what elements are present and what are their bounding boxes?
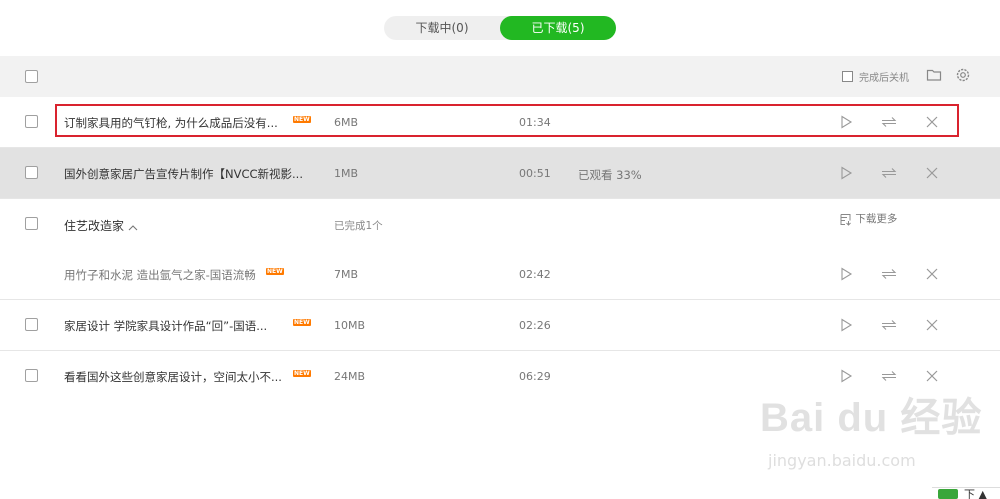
chevron-up-icon[interactable] — [128, 221, 138, 235]
corner-widget[interactable]: 下 ▲ — [932, 487, 1000, 499]
new-badge: NEW — [293, 370, 311, 377]
close-icon[interactable] — [925, 266, 939, 285]
row-checkbox[interactable] — [25, 369, 38, 382]
download-row[interactable]: 家居设计 学院家具设计作品“回”-国语... NEW 10MB 02:26 — [0, 300, 1000, 351]
file-size: 24MB — [334, 370, 366, 383]
new-badge: NEW — [293, 319, 311, 326]
close-icon[interactable] — [925, 317, 939, 336]
play-icon[interactable] — [839, 165, 853, 184]
video-title[interactable]: 看看国外这些创意家居设计，空间太小不... — [64, 369, 282, 385]
shutdown-after-complete-label: 完成后关机 — [859, 73, 909, 84]
file-size: 10MB — [334, 319, 366, 332]
watched-progress: 已观看 33% — [578, 168, 642, 182]
video-duration: 02:42 — [519, 268, 551, 281]
video-duration: 06:29 — [519, 370, 551, 383]
download-row[interactable]: 用竹子和水泥 造出氩气之家-国语流畅 NEW 7MB 02:42 — [0, 249, 1000, 300]
corner-logo-icon — [938, 489, 958, 499]
row-checkbox[interactable] — [25, 115, 38, 128]
video-title[interactable]: 用竹子和水泥 造出氩气之家-国语流畅 — [64, 267, 256, 283]
list-toolbar: 完成后关机 — [0, 56, 1000, 97]
file-size: 1MB — [334, 167, 359, 180]
group-status: 已完成1个 — [334, 220, 383, 232]
group-title[interactable]: 住艺改造家 — [64, 217, 124, 234]
video-duration: 00:51 — [519, 167, 551, 180]
row-checkbox[interactable] — [25, 166, 38, 179]
close-icon[interactable] — [925, 165, 939, 184]
video-title[interactable]: 家居设计 学院家具设计作品“回”-国语... — [64, 318, 267, 334]
new-badge: NEW — [266, 268, 284, 275]
download-row[interactable]: 国外创意家居广告宣传片制作【NVCC新视影... 1MB 00:51 已观看 3… — [0, 148, 1000, 199]
baidu-jingyan-watermark: Bai du 经验 jingyan.baidu.com — [760, 385, 990, 480]
corner-text: 下 ▲ — [964, 488, 987, 499]
list-download-icon — [840, 213, 851, 226]
download-more-link[interactable]: 下载更多 — [840, 211, 897, 226]
tab-downloaded[interactable]: 已下载(5) — [500, 16, 616, 40]
watermark-url: jingyan.baidu.com — [768, 451, 916, 470]
video-title[interactable]: 国外创意家居广告宣传片制作【NVCC新视影... — [64, 166, 303, 182]
shutdown-after-complete-checkbox[interactable] — [842, 71, 853, 82]
folder-icon[interactable] — [926, 67, 942, 86]
play-icon[interactable] — [839, 266, 853, 285]
tab-downloading[interactable]: 下载中(0) — [384, 16, 500, 40]
row-checkbox[interactable] — [25, 318, 38, 331]
video-duration: 02:26 — [519, 319, 551, 332]
select-all-checkbox[interactable] — [25, 70, 38, 83]
file-size: 7MB — [334, 268, 359, 281]
watermark-logo: Bai du 经验 — [760, 396, 983, 440]
convert-icon[interactable] — [881, 165, 897, 184]
convert-icon[interactable] — [881, 317, 897, 336]
download-tabs: 下载中(0) 已下载(5) — [384, 16, 616, 40]
row-checkbox[interactable] — [25, 217, 38, 230]
gear-icon[interactable] — [955, 67, 971, 86]
download-more-label: 下载更多 — [855, 213, 898, 225]
highlight-box — [55, 104, 959, 137]
convert-icon[interactable] — [881, 266, 897, 285]
group-row[interactable]: 住艺改造家 已完成1个 下载更多 — [0, 199, 1000, 250]
play-icon[interactable] — [839, 317, 853, 336]
